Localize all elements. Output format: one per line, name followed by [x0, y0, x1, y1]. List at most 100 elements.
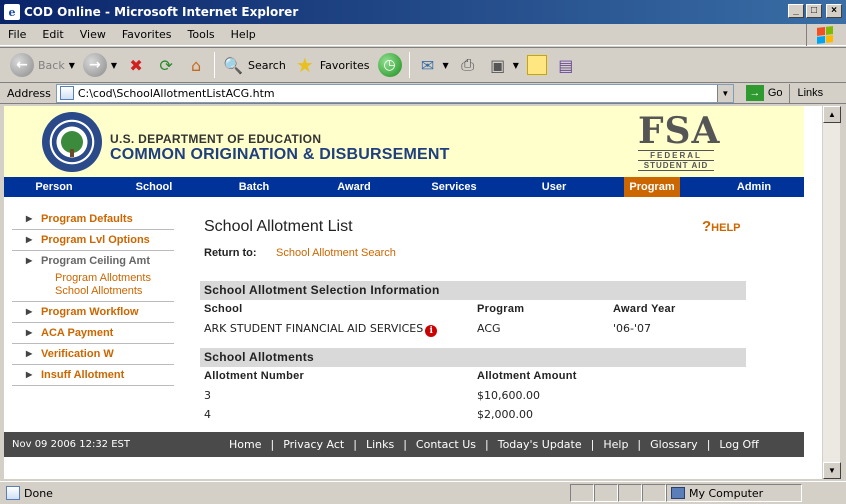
- school-name-text: ARK STUDENT FINANCIAL AID SERVICES: [204, 322, 424, 335]
- back-button[interactable]: ← Back ▼: [6, 50, 79, 80]
- col-header-program: Program: [477, 303, 525, 315]
- footer-link-help[interactable]: Help: [603, 432, 628, 457]
- footer-link-glossary[interactable]: Glossary: [650, 432, 698, 457]
- fsa-logo: FSA FEDERAL STUDENT AID: [638, 112, 720, 172]
- status-pane: [642, 484, 666, 502]
- footer-link-log-off[interactable]: Log Off: [719, 432, 758, 457]
- address-input[interactable]: C:\cod\SchoolAllotmentListACG.htm ▼: [55, 83, 734, 103]
- menu-label: Insuff Allotment: [41, 369, 125, 381]
- return-to-label: Return to:: [204, 247, 257, 259]
- allotment-number[interactable]: 3: [204, 389, 211, 402]
- department-seal-icon: [42, 112, 102, 172]
- research-button[interactable]: ▤: [551, 50, 581, 80]
- note-icon: [526, 55, 547, 75]
- home-button[interactable]: ⌂: [181, 50, 211, 80]
- security-zone: My Computer: [666, 484, 802, 502]
- school-allotment-search-link[interactable]: School Allotment Search: [276, 247, 396, 259]
- left-menu-program-lvl-options[interactable]: ▶ Program Lvl Options: [12, 230, 174, 251]
- go-arrow-icon: →: [745, 85, 764, 101]
- left-menu-program-workflow[interactable]: ▶ Program Workflow: [12, 302, 174, 323]
- school-name: ARK STUDENT FINANCIAL AID SERVICES i: [204, 322, 438, 337]
- back-dropdown-icon[interactable]: ▼: [69, 61, 75, 70]
- history-icon: ◷: [377, 53, 402, 77]
- left-menu-insuff-allotment[interactable]: ▶ Insuff Allotment: [12, 365, 174, 386]
- toolbar-separator: [214, 52, 216, 78]
- menu-edit[interactable]: Edit: [34, 28, 71, 41]
- left-menu-program-ceiling-amt[interactable]: ▶ Program Ceiling Amt: [12, 251, 174, 272]
- nav-program[interactable]: Program: [624, 177, 680, 197]
- forward-button[interactable]: → ▼: [79, 50, 121, 80]
- forward-dropdown-icon[interactable]: ▼: [111, 61, 117, 70]
- refresh-icon: ⟳: [159, 55, 173, 75]
- search-icon: 🔍: [223, 55, 243, 75]
- links-button[interactable]: Links: [790, 87, 832, 99]
- award-year-value: '06-'07: [613, 322, 652, 335]
- vertical-scrollbar[interactable]: ▲ ▼: [822, 106, 841, 479]
- address-dropdown-icon[interactable]: ▼: [716, 84, 733, 102]
- stop-button[interactable]: ✖: [121, 50, 151, 80]
- department-name: U.S. DEPARTMENT OF EDUCATION: [110, 132, 322, 146]
- printer-icon: ⎙: [461, 55, 475, 74]
- mail-button[interactable]: ✉ ▼: [413, 50, 453, 80]
- edit-dropdown-icon[interactable]: ▼: [513, 61, 519, 70]
- scroll-down-icon[interactable]: ▼: [823, 462, 841, 479]
- menu-tools[interactable]: Tools: [180, 28, 223, 41]
- computer-icon: [671, 487, 685, 499]
- print-button[interactable]: ⎙: [453, 50, 483, 80]
- go-button[interactable]: → Go: [740, 83, 790, 103]
- nav-user[interactable]: User: [504, 177, 604, 197]
- menu-label: Program Lvl Options: [41, 234, 150, 246]
- nav-award[interactable]: Award: [304, 177, 404, 197]
- discuss-button[interactable]: [523, 50, 551, 80]
- mail-dropdown-icon[interactable]: ▼: [443, 61, 449, 70]
- search-button[interactable]: 🔍 Search: [218, 50, 290, 80]
- left-submenu-school-allotments[interactable]: School Allotments: [12, 285, 174, 298]
- menu-label: Program Defaults: [41, 213, 133, 225]
- windows-logo-icon: [806, 24, 842, 46]
- close-button[interactable]: ×: [826, 4, 842, 18]
- nav-school[interactable]: School: [104, 177, 204, 197]
- help-link[interactable]: ?HELP: [702, 218, 741, 235]
- favorites-label: Favorites: [319, 58, 370, 72]
- footer-link-home[interactable]: Home: [229, 432, 261, 457]
- ie-icon: e: [4, 4, 20, 20]
- nav-batch[interactable]: Batch: [204, 177, 304, 197]
- window-title: COD Online - Microsoft Internet Explorer: [24, 5, 299, 19]
- allotment-amount: $10,600.00: [477, 389, 540, 402]
- menu-arrow-icon: ▶: [26, 328, 33, 337]
- left-menu-group-ceiling: ▶ Program Ceiling Amt Program Allotments…: [12, 251, 174, 302]
- footer-link-todays-update[interactable]: Today's Update: [498, 432, 582, 457]
- footer-link-privacy-act[interactable]: Privacy Act: [283, 432, 344, 457]
- nav-services[interactable]: Services: [404, 177, 504, 197]
- minimize-button[interactable]: _: [788, 4, 804, 18]
- maximize-button[interactable]: □: [806, 4, 822, 18]
- forward-arrow-icon: →: [82, 53, 107, 77]
- left-menu-aca-payment[interactable]: ▶ ACA Payment: [12, 323, 174, 344]
- address-url[interactable]: C:\cod\SchoolAllotmentListACG.htm: [78, 87, 275, 100]
- footer-link-contact-us[interactable]: Contact Us: [416, 432, 476, 457]
- history-button[interactable]: ◷: [374, 50, 406, 80]
- allotment-number[interactable]: 4: [204, 408, 211, 421]
- menu-favorites[interactable]: Favorites: [114, 28, 180, 41]
- menu-file[interactable]: File: [0, 28, 34, 41]
- left-submenu-program-allotments[interactable]: Program Allotments: [12, 272, 174, 285]
- left-menu-program-defaults[interactable]: ▶ Program Defaults: [12, 209, 174, 230]
- refresh-button[interactable]: ⟳: [151, 50, 181, 80]
- menu-arrow-icon: ▶: [26, 214, 33, 223]
- menu-view[interactable]: View: [72, 28, 114, 41]
- left-menu-verification-w[interactable]: ▶ Verification W: [12, 344, 174, 365]
- scroll-up-icon[interactable]: ▲: [823, 106, 841, 123]
- mail-icon: ✉: [420, 55, 435, 75]
- favorites-button[interactable]: ★ Favorites: [290, 50, 374, 80]
- nav-person[interactable]: Person: [4, 177, 104, 197]
- stop-icon: ✖: [129, 55, 143, 75]
- edit-button[interactable]: ▣ ▼: [483, 50, 523, 80]
- footer-link-links[interactable]: Links: [366, 432, 394, 457]
- col-header-allotment-number: Allotment Number: [204, 370, 305, 382]
- menu-arrow-icon: ▶: [26, 349, 33, 358]
- info-icon[interactable]: i: [425, 325, 438, 337]
- title-bar: e COD Online - Microsoft Internet Explor…: [0, 0, 846, 24]
- window-controls: _ □ ×: [788, 4, 842, 18]
- menu-help[interactable]: Help: [223, 28, 264, 41]
- nav-admin[interactable]: Admin: [704, 177, 804, 197]
